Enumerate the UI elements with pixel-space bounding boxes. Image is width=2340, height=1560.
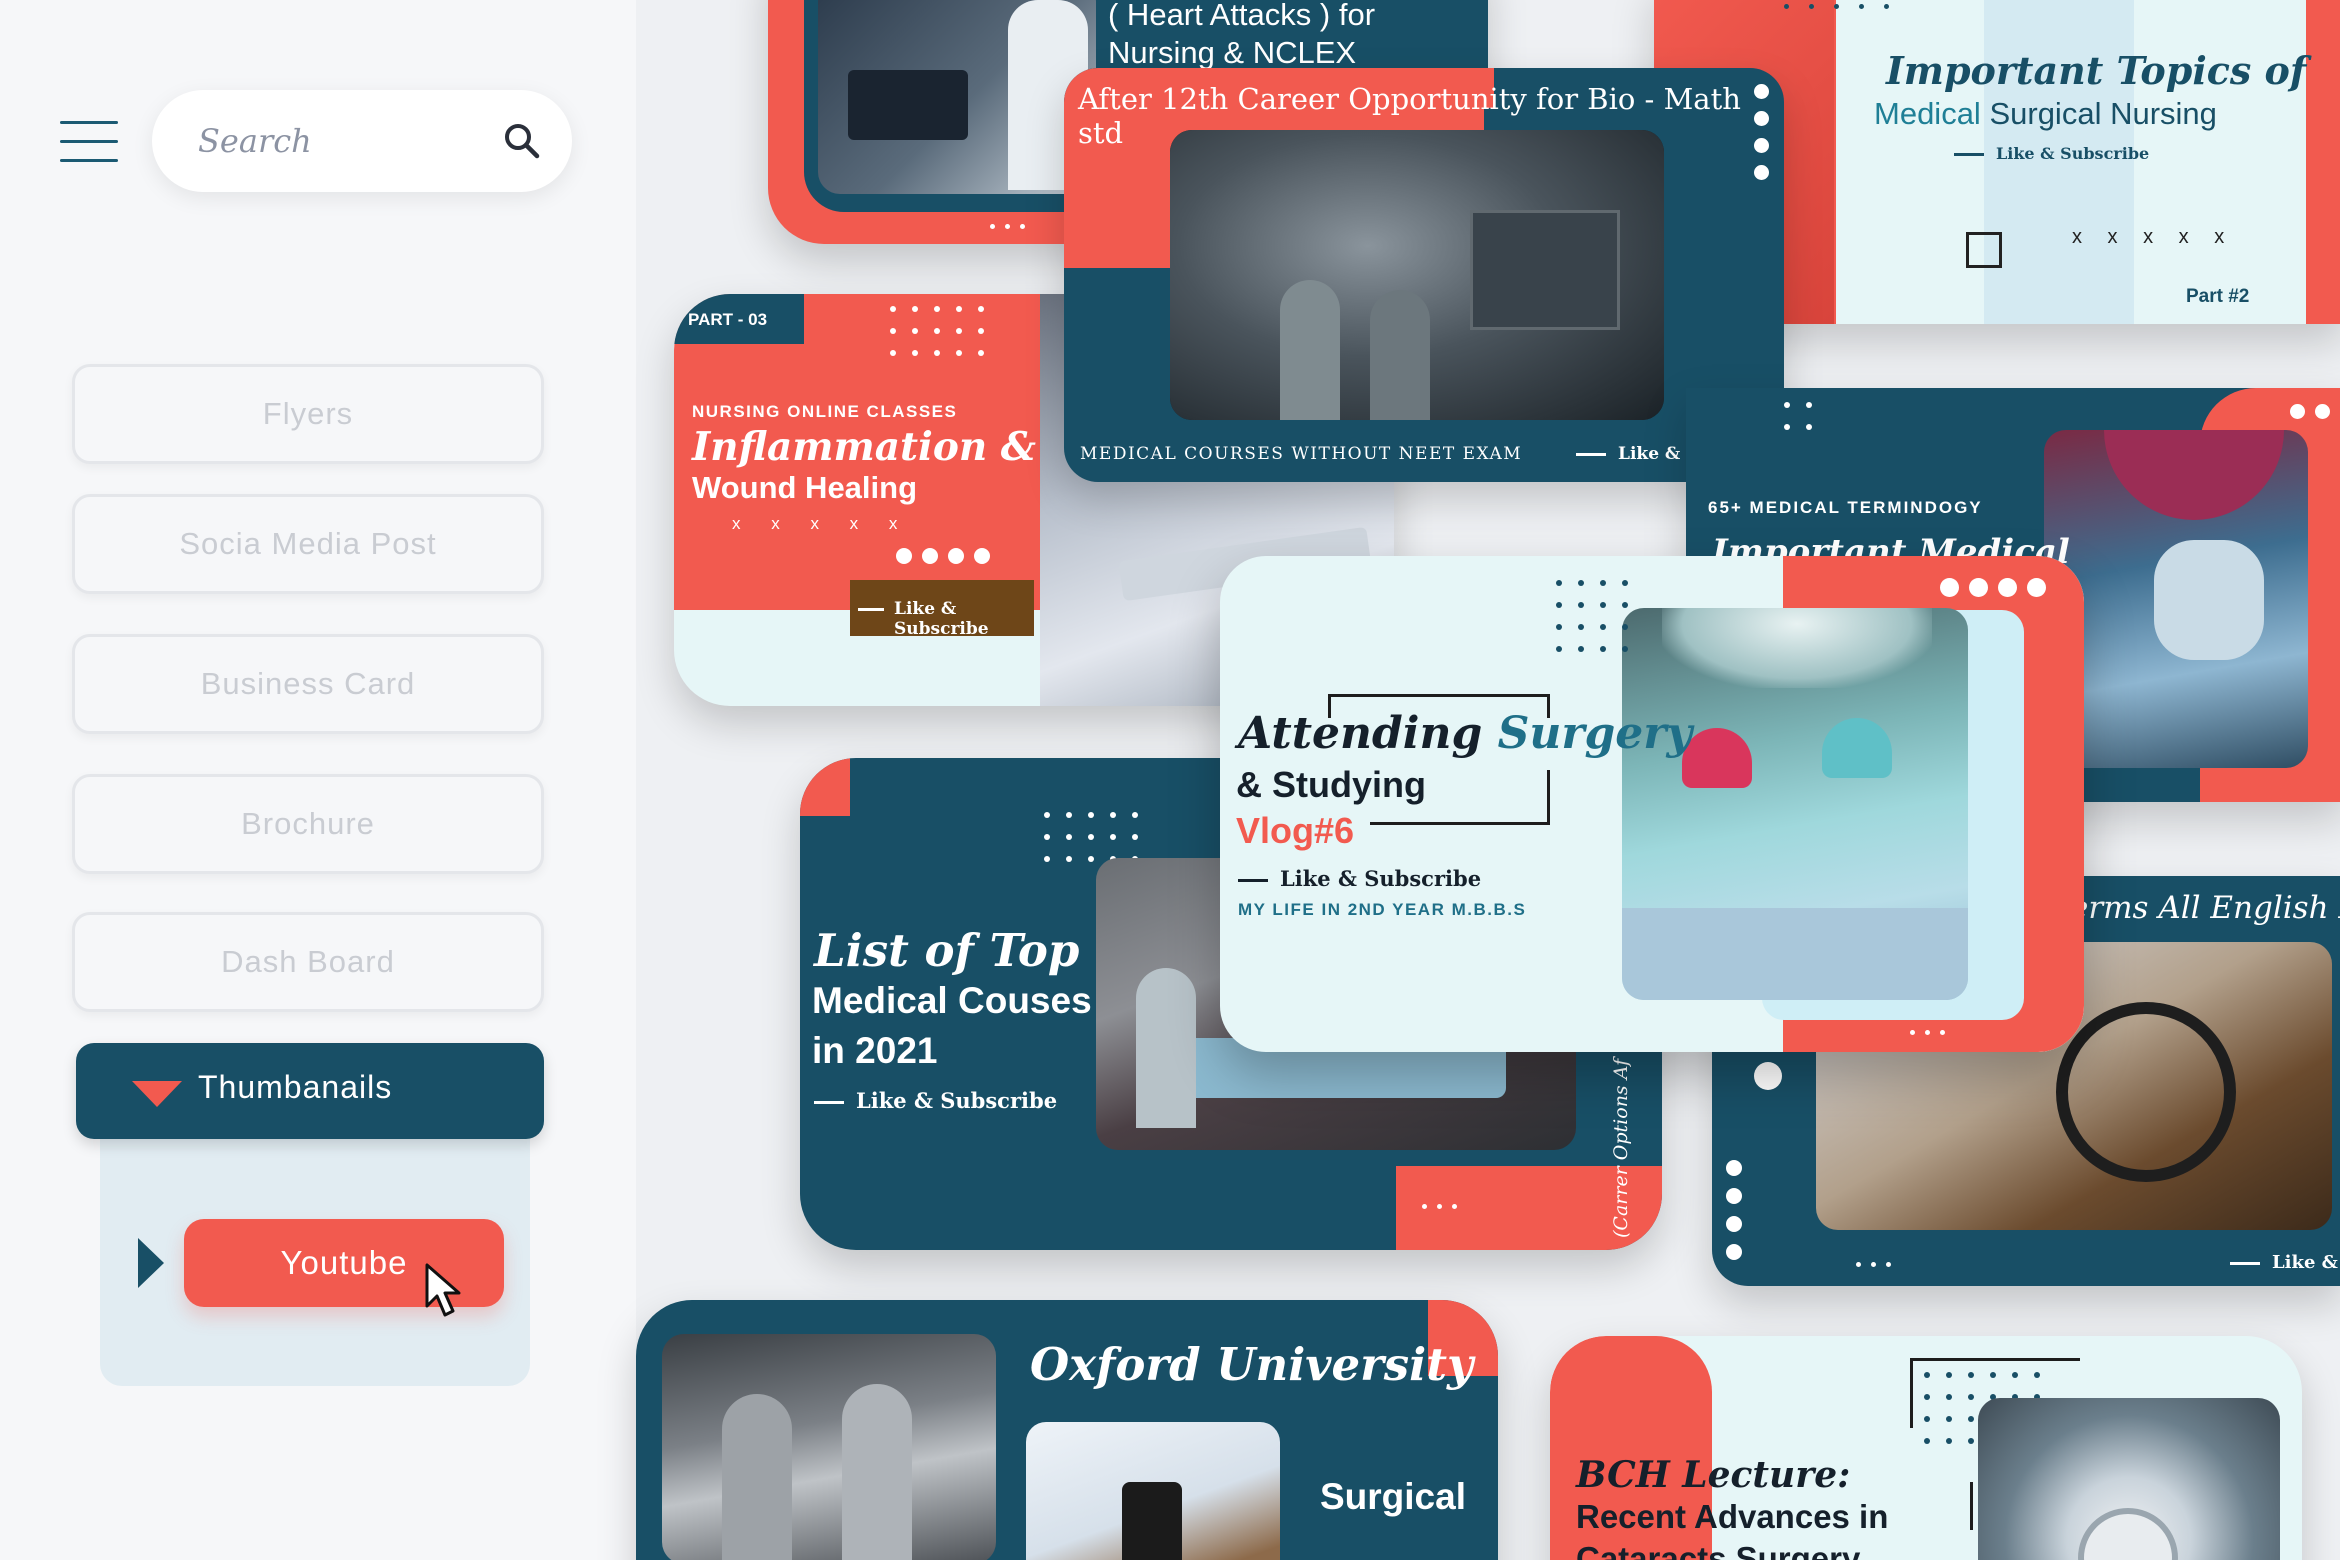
nav-item-thumbnails[interactable]: Thumbanails [76, 1043, 544, 1139]
heart-title-line2: Nursing & NCLEX [1108, 35, 1357, 70]
search-box [152, 90, 572, 192]
terminology-kicker: 65+ MEDICAL TERMINDOGY [1708, 498, 1983, 517]
english-title: erms All English Lea [2070, 890, 2340, 926]
photo-surgeons [1622, 608, 1968, 1000]
list-title-line3: in 2021 [812, 1030, 938, 1071]
vlog-like-subscribe: Like & Subscribe [1280, 866, 1482, 891]
thumbnail-vlog[interactable]: Attending Surgery & Studying Vlog#6 Like… [1220, 556, 2084, 1052]
social-icons [1726, 1160, 1742, 1260]
dots-decoration [890, 306, 1000, 372]
inflammation-title1: Inflammation & [692, 424, 1037, 470]
list-side-text: (Carrer Options Af [1610, 1058, 1632, 1238]
vlog-title-colored: Surgery [1497, 708, 1693, 759]
list-title-italic: List of Top [814, 924, 1080, 977]
nav-item-social-media-post[interactable]: Socia Media Post [72, 494, 544, 594]
social-icons [1754, 84, 1769, 180]
topics-title-italic: Important Topics of [1886, 48, 2307, 93]
dots-decoration [1422, 1204, 1457, 1209]
career-footer: MEDICAL COURSES WITHOUT NEET EXAM [1080, 444, 1523, 464]
dots-decoration [1910, 1030, 1945, 1035]
inflammation-marks: x x x x x [732, 514, 911, 533]
dots-decoration [1784, 402, 1828, 446]
inflammation-part: PART - 03 [674, 294, 804, 344]
nav-item-flyers[interactable]: Flyers [72, 364, 544, 464]
list-title-line2: Medical Couses [812, 980, 1092, 1021]
photo-operating-room [1170, 130, 1664, 420]
nav-item-brochure[interactable]: Brochure [72, 774, 544, 874]
sidebar: Flyers Socia Media Post Business Card Br… [0, 0, 636, 1560]
social-icons [2290, 404, 2330, 419]
nav-item-business-card[interactable]: Business Card [72, 634, 544, 734]
menu-icon[interactable] [60, 121, 118, 163]
caret-right-icon [138, 1238, 164, 1288]
lock-icon [1754, 1062, 1782, 1090]
oxford-subtitle: Surgical [1320, 1476, 1466, 1517]
topics-like-subscribe: Like & Subscribe [1996, 144, 2150, 163]
dots-decoration [1784, 4, 1889, 9]
list-like-subscribe: Like & Subscribe [856, 1088, 1058, 1113]
english-like-subscribe: Like & S [2272, 1252, 2340, 1273]
search-icon[interactable] [502, 121, 542, 161]
thumbnail-oxford[interactable]: Oxford University Surgical [636, 1300, 1498, 1560]
nav-item-label: Thumbanails [198, 1069, 393, 1105]
heart-title-line1: ( Heart Attacks ) for [1108, 0, 1376, 32]
topics-title-colored: Medical [1874, 96, 1981, 131]
oxford-title: Oxford University [1030, 1338, 1474, 1391]
inflammation-like-subscribe: Like & Subscribe [894, 599, 989, 639]
photo-surgeons-bw [662, 1334, 996, 1560]
bch-line2: Recent Advances in [1576, 1498, 1889, 1535]
topics-title-rest: Surgical Nursing [1989, 96, 2217, 131]
inflammation-title2: Wound Healing [692, 470, 918, 505]
square-decoration [1966, 232, 2002, 268]
vlog-line3: Vlog#6 [1236, 810, 1355, 851]
bch-line3: Cataracts Surgery [1576, 1540, 1861, 1560]
photo-surgeons-overhead [1978, 1398, 2280, 1560]
vlog-subtitle: MY LIFE IN 2ND YEAR M.B.B.S [1238, 900, 1527, 919]
nav-item-dash-board[interactable]: Dash Board [72, 912, 544, 1012]
topics-part: Part #2 [2186, 286, 2250, 307]
topics-marks: x x x x x [2072, 226, 2235, 248]
vlog-title-italic: Attending [1238, 708, 1483, 759]
thumbnail-bch[interactable]: BCH Lecture: Recent Advances in Cataract… [1550, 1336, 2302, 1560]
dots-decoration [990, 224, 1025, 229]
search-input[interactable] [198, 116, 498, 166]
thumbnail-career[interactable]: After 12th Career Opportunity for Bio - … [1064, 68, 1784, 482]
mouse-pointer-icon [425, 1263, 461, 1317]
vlog-line2: & Studying [1236, 764, 1426, 805]
caret-down-icon [132, 1081, 182, 1107]
dots-decoration [1856, 1262, 1891, 1267]
photo-doctor-phone [1026, 1422, 1280, 1560]
social-icons [1940, 578, 2046, 597]
bch-title-italic: BCH Lecture: [1576, 1454, 1851, 1496]
inflammation-kicker: NURSING ONLINE CLASSES [692, 402, 958, 421]
photo-doctor-computer [818, 0, 1096, 194]
social-icons [896, 548, 990, 564]
dots-decoration [1556, 580, 1644, 668]
